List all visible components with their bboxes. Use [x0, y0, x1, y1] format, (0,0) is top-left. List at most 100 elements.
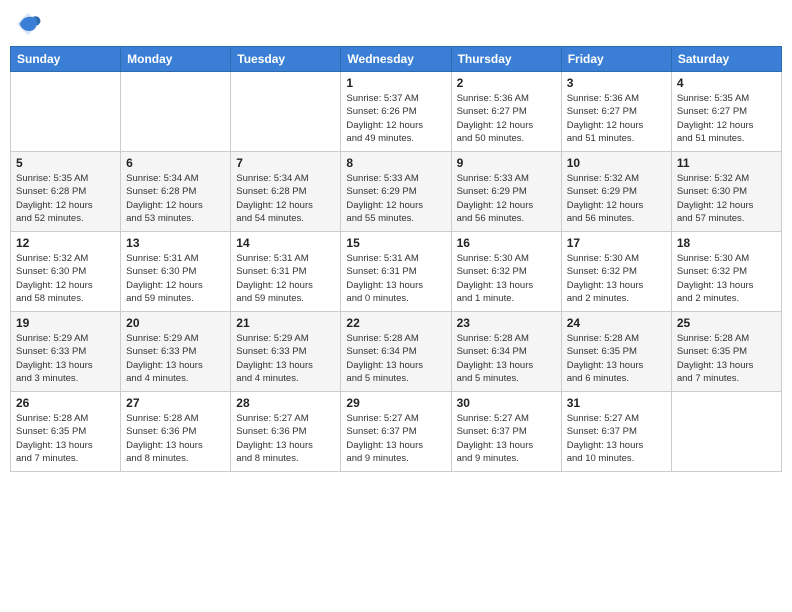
weekday-header-row: SundayMondayTuesdayWednesdayThursdayFrid…	[11, 47, 782, 72]
calendar-cell: 21 Sunrise: 5:29 AM Sunset: 6:33 PM Dayli…	[231, 312, 341, 392]
day-info: Sunrise: 5:28 AM Sunset: 6:35 PM Dayligh…	[677, 332, 776, 385]
calendar-cell: 2Sunrise: 5:36 AM Sunset: 6:27 PM Daylig…	[451, 72, 561, 152]
day-info: Sunrise: 5:28 AM Sunset: 6:36 PM Dayligh…	[126, 412, 225, 465]
day-number: 14	[236, 236, 335, 250]
day-info: Sunrise: 5:30 AM Sunset: 6:32 PM Dayligh…	[567, 252, 666, 305]
calendar-week-row: 26 Sunrise: 5:28 AM Sunset: 6:35 PM Dayli…	[11, 392, 782, 472]
calendar-cell: 8 Sunrise: 5:33 AM Sunset: 6:29 PM Daylig…	[341, 152, 451, 232]
logo-icon	[14, 10, 42, 38]
calendar-cell: 18 Sunrise: 5:30 AM Sunset: 6:32 PM Dayli…	[671, 232, 781, 312]
day-number: 7	[236, 156, 335, 170]
calendar-cell: 31 Sunrise: 5:27 AM Sunset: 6:37 PM Dayli…	[561, 392, 671, 472]
day-number: 26	[16, 396, 115, 410]
calendar-cell: 6 Sunrise: 5:34 AM Sunset: 6:28 PM Daylig…	[121, 152, 231, 232]
day-number: 28	[236, 396, 335, 410]
calendar-cell: 29 Sunrise: 5:27 AM Sunset: 6:37 PM Dayli…	[341, 392, 451, 472]
calendar-week-row: 5Sunrise: 5:35 AM Sunset: 6:28 PM Daylig…	[11, 152, 782, 232]
day-info: Sunrise: 5:37 AM Sunset: 6:26 PM Dayligh…	[346, 92, 445, 145]
day-number: 15	[346, 236, 445, 250]
weekday-header-tuesday: Tuesday	[231, 47, 341, 72]
day-number: 12	[16, 236, 115, 250]
calendar-cell: 23Sunrise: 5:28 AM Sunset: 6:34 PM Dayli…	[451, 312, 561, 392]
calendar-cell	[671, 392, 781, 472]
calendar-cell: 16 Sunrise: 5:30 AM Sunset: 6:32 PM Dayli…	[451, 232, 561, 312]
day-info: Sunrise: 5:29 AM Sunset: 6:33 PM Dayligh…	[236, 332, 335, 385]
day-number: 23	[457, 316, 556, 330]
day-number: 24	[567, 316, 666, 330]
calendar-cell: 27 Sunrise: 5:28 AM Sunset: 6:36 PM Dayli…	[121, 392, 231, 472]
day-info: Sunrise: 5:28 AM Sunset: 6:35 PM Dayligh…	[16, 412, 115, 465]
calendar-cell: 3Sunrise: 5:36 AM Sunset: 6:27 PM Daylig…	[561, 72, 671, 152]
day-info: Sunrise: 5:27 AM Sunset: 6:37 PM Dayligh…	[567, 412, 666, 465]
day-number: 27	[126, 396, 225, 410]
day-number: 31	[567, 396, 666, 410]
weekday-header-thursday: Thursday	[451, 47, 561, 72]
calendar-cell: 19 Sunrise: 5:29 AM Sunset: 6:33 PM Dayli…	[11, 312, 121, 392]
weekday-header-sunday: Sunday	[11, 47, 121, 72]
calendar-week-row: 19 Sunrise: 5:29 AM Sunset: 6:33 PM Dayli…	[11, 312, 782, 392]
calendar-week-row: 1 Sunrise: 5:37 AM Sunset: 6:26 PM Daylig…	[11, 72, 782, 152]
calendar-cell: 15 Sunrise: 5:31 AM Sunset: 6:31 PM Dayli…	[341, 232, 451, 312]
weekday-header-wednesday: Wednesday	[341, 47, 451, 72]
day-info: Sunrise: 5:27 AM Sunset: 6:37 PM Dayligh…	[457, 412, 556, 465]
day-info: Sunrise: 5:32 AM Sunset: 6:29 PM Dayligh…	[567, 172, 666, 225]
page-header	[10, 10, 782, 38]
day-number: 1	[346, 76, 445, 90]
day-info: Sunrise: 5:31 AM Sunset: 6:30 PM Dayligh…	[126, 252, 225, 305]
day-info: Sunrise: 5:30 AM Sunset: 6:32 PM Dayligh…	[457, 252, 556, 305]
calendar-cell: 5Sunrise: 5:35 AM Sunset: 6:28 PM Daylig…	[11, 152, 121, 232]
calendar-cell: 22 Sunrise: 5:28 AM Sunset: 6:34 PM Dayli…	[341, 312, 451, 392]
day-info: Sunrise: 5:34 AM Sunset: 6:28 PM Dayligh…	[126, 172, 225, 225]
day-info: Sunrise: 5:32 AM Sunset: 6:30 PM Dayligh…	[677, 172, 776, 225]
day-info: Sunrise: 5:33 AM Sunset: 6:29 PM Dayligh…	[346, 172, 445, 225]
calendar-cell	[11, 72, 121, 152]
day-info: Sunrise: 5:31 AM Sunset: 6:31 PM Dayligh…	[346, 252, 445, 305]
day-number: 9	[457, 156, 556, 170]
day-number: 6	[126, 156, 225, 170]
calendar-cell: 14 Sunrise: 5:31 AM Sunset: 6:31 PM Dayli…	[231, 232, 341, 312]
day-info: Sunrise: 5:30 AM Sunset: 6:32 PM Dayligh…	[677, 252, 776, 305]
calendar-cell: 28Sunrise: 5:27 AM Sunset: 6:36 PM Dayli…	[231, 392, 341, 472]
calendar-cell: 12 Sunrise: 5:32 AM Sunset: 6:30 PM Dayli…	[11, 232, 121, 312]
calendar-week-row: 12 Sunrise: 5:32 AM Sunset: 6:30 PM Dayli…	[11, 232, 782, 312]
day-number: 2	[457, 76, 556, 90]
day-number: 21	[236, 316, 335, 330]
day-number: 29	[346, 396, 445, 410]
day-info: Sunrise: 5:31 AM Sunset: 6:31 PM Dayligh…	[236, 252, 335, 305]
calendar-cell: 10 Sunrise: 5:32 AM Sunset: 6:29 PM Dayli…	[561, 152, 671, 232]
day-info: Sunrise: 5:35 AM Sunset: 6:27 PM Dayligh…	[677, 92, 776, 145]
day-number: 4	[677, 76, 776, 90]
day-number: 17	[567, 236, 666, 250]
day-number: 19	[16, 316, 115, 330]
calendar-cell: 11Sunrise: 5:32 AM Sunset: 6:30 PM Dayli…	[671, 152, 781, 232]
calendar-cell: 30 Sunrise: 5:27 AM Sunset: 6:37 PM Dayli…	[451, 392, 561, 472]
weekday-header-friday: Friday	[561, 47, 671, 72]
day-number: 18	[677, 236, 776, 250]
calendar-cell: 26 Sunrise: 5:28 AM Sunset: 6:35 PM Dayli…	[11, 392, 121, 472]
day-info: Sunrise: 5:28 AM Sunset: 6:34 PM Dayligh…	[346, 332, 445, 385]
day-info: Sunrise: 5:29 AM Sunset: 6:33 PM Dayligh…	[126, 332, 225, 385]
calendar-cell: 7 Sunrise: 5:34 AM Sunset: 6:28 PM Daylig…	[231, 152, 341, 232]
day-number: 16	[457, 236, 556, 250]
calendar-cell: 17 Sunrise: 5:30 AM Sunset: 6:32 PM Dayli…	[561, 232, 671, 312]
day-number: 5	[16, 156, 115, 170]
day-number: 30	[457, 396, 556, 410]
day-number: 20	[126, 316, 225, 330]
calendar-cell: 20 Sunrise: 5:29 AM Sunset: 6:33 PM Dayli…	[121, 312, 231, 392]
calendar-cell: 1 Sunrise: 5:37 AM Sunset: 6:26 PM Daylig…	[341, 72, 451, 152]
day-info: Sunrise: 5:28 AM Sunset: 6:35 PM Dayligh…	[567, 332, 666, 385]
day-number: 22	[346, 316, 445, 330]
weekday-header-monday: Monday	[121, 47, 231, 72]
calendar-cell: 24 Sunrise: 5:28 AM Sunset: 6:35 PM Dayli…	[561, 312, 671, 392]
calendar-cell	[121, 72, 231, 152]
day-info: Sunrise: 5:34 AM Sunset: 6:28 PM Dayligh…	[236, 172, 335, 225]
day-info: Sunrise: 5:27 AM Sunset: 6:37 PM Dayligh…	[346, 412, 445, 465]
day-info: Sunrise: 5:29 AM Sunset: 6:33 PM Dayligh…	[16, 332, 115, 385]
day-info: Sunrise: 5:32 AM Sunset: 6:30 PM Dayligh…	[16, 252, 115, 305]
day-number: 8	[346, 156, 445, 170]
day-info: Sunrise: 5:33 AM Sunset: 6:29 PM Dayligh…	[457, 172, 556, 225]
day-number: 3	[567, 76, 666, 90]
calendar-cell: 9 Sunrise: 5:33 AM Sunset: 6:29 PM Daylig…	[451, 152, 561, 232]
calendar-cell: 13Sunrise: 5:31 AM Sunset: 6:30 PM Dayli…	[121, 232, 231, 312]
day-number: 10	[567, 156, 666, 170]
